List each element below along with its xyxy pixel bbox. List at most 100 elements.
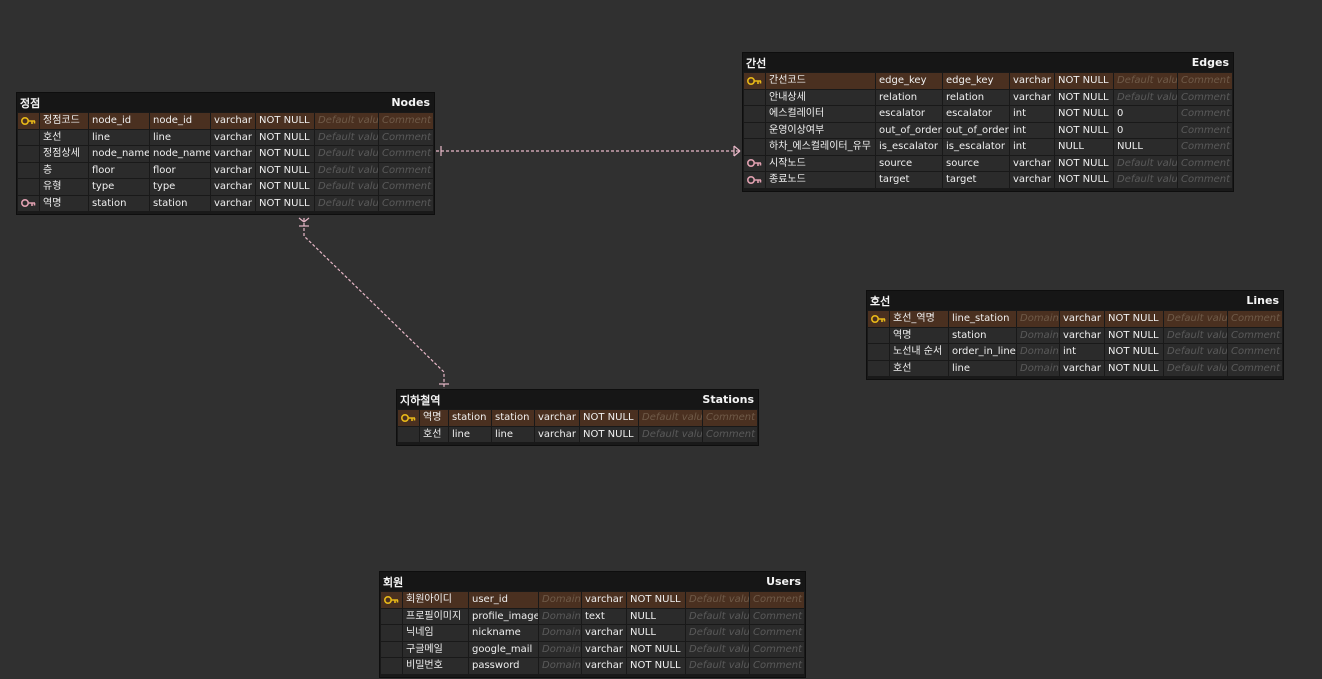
column-row[interactable]: 층floorfloorvarcharNOT NULLDefault valueC… xyxy=(18,162,433,178)
column-comment[interactable]: Comment xyxy=(1228,360,1282,376)
column-nullable[interactable]: NOT NULL xyxy=(580,410,638,426)
column-name[interactable]: relation xyxy=(943,89,1009,105)
column-nullable[interactable]: NOT NULL xyxy=(256,113,314,129)
column-nullable[interactable]: NOT NULL xyxy=(256,146,314,162)
column-physical[interactable]: profile_image xyxy=(469,608,538,624)
column-type[interactable]: varchar xyxy=(1010,89,1054,105)
column-logical[interactable]: 안내상세 xyxy=(766,89,875,105)
column-comment[interactable]: Comment xyxy=(1228,311,1282,327)
column-row[interactable]: 회원아이디 user_id Domain varchar NOT NULL Default… xyxy=(381,592,804,608)
column-comment[interactable]: Comment xyxy=(1178,172,1232,188)
column-default[interactable]: Default value xyxy=(686,625,749,641)
column-row[interactable]: 비밀번호 password Domain varchar NOT NULL Default… xyxy=(381,658,804,674)
column-logical[interactable]: 역명 xyxy=(420,410,448,426)
column-comment[interactable]: Comment xyxy=(750,625,804,641)
column-logical[interactable]: 유형 xyxy=(40,179,88,195)
column-row[interactable]: 역명 station Domain varchar NOT NULL Default va… xyxy=(868,327,1282,343)
column-name[interactable]: floor xyxy=(150,162,210,178)
column-default[interactable]: Default value xyxy=(315,195,378,211)
column-logical[interactable]: 에스컬레이터 xyxy=(766,106,875,122)
column-type[interactable]: varchar xyxy=(211,113,255,129)
column-name[interactable]: type xyxy=(150,179,210,195)
column-row[interactable]: 역명 station station varchar NOT NULL Default v… xyxy=(398,410,757,426)
column-type[interactable]: varchar xyxy=(211,179,255,195)
column-physical[interactable]: edge_key xyxy=(876,73,942,89)
relation-line-nodes-stations[interactable] xyxy=(303,218,445,390)
column-row[interactable]: 에스컬레이터 escalator escalator int NOT NULL 0 Comm… xyxy=(744,106,1232,122)
column-physical[interactable]: station xyxy=(449,410,491,426)
column-name[interactable]: line xyxy=(150,129,210,145)
column-name[interactable]: out_of_order xyxy=(943,122,1009,138)
column-nullable[interactable]: NOT NULL xyxy=(580,426,638,442)
column-comment[interactable]: Comment xyxy=(750,658,804,674)
column-domain[interactable]: Domain xyxy=(539,641,581,657)
column-logical[interactable]: 정점상세 xyxy=(40,146,88,162)
column-name[interactable]: edge_key xyxy=(943,73,1009,89)
column-logical[interactable]: 정점코드 xyxy=(40,113,88,129)
column-nullable[interactable]: NOT NULL xyxy=(627,641,685,657)
column-logical[interactable]: 간선코드 xyxy=(766,73,875,89)
column-domain[interactable]: Domain xyxy=(539,658,581,674)
column-row[interactable]: 시작노드 source source varchar NOT NULL Default v… xyxy=(744,155,1232,171)
column-logical[interactable]: 운영이상여부 xyxy=(766,122,875,138)
column-comment[interactable]: Comment xyxy=(703,426,757,442)
column-default[interactable]: Default value xyxy=(686,641,749,657)
column-nullable[interactable]: NOT NULL xyxy=(627,658,685,674)
column-logical[interactable]: 닉네임 xyxy=(403,625,468,641)
column-type[interactable]: varchar xyxy=(211,146,255,162)
column-default[interactable]: Default value xyxy=(315,179,378,195)
column-type[interactable]: varchar xyxy=(1060,360,1104,376)
column-default[interactable]: Default value xyxy=(686,608,749,624)
column-row[interactable]: 호선linelinevarcharNOT NULLDefault valueCo… xyxy=(18,129,433,145)
column-row[interactable]: 하차_에스컬레이터_유무 is_escalator is_escalator int N… xyxy=(744,139,1232,155)
column-domain[interactable]: Domain xyxy=(1017,327,1059,343)
column-logical[interactable]: 호선 xyxy=(40,129,88,145)
column-physical[interactable]: nickname xyxy=(469,625,538,641)
column-physical[interactable]: node_id xyxy=(89,113,149,129)
column-comment[interactable]: Comment xyxy=(379,113,433,129)
column-comment[interactable]: Comment xyxy=(379,179,433,195)
column-comment[interactable]: Comment xyxy=(750,641,804,657)
column-name[interactable]: escalator xyxy=(943,106,1009,122)
column-type[interactable]: int xyxy=(1060,344,1104,360)
column-name[interactable]: node_id xyxy=(150,113,210,129)
column-name[interactable]: source xyxy=(943,155,1009,171)
column-nullable[interactable]: NULL xyxy=(627,625,685,641)
column-default[interactable]: Default value xyxy=(1114,172,1177,188)
column-comment[interactable]: Comment xyxy=(1178,106,1232,122)
column-default[interactable]: 0 xyxy=(1114,122,1177,138)
column-type[interactable]: varchar xyxy=(1010,172,1054,188)
column-domain[interactable]: Domain xyxy=(1017,360,1059,376)
column-nullable[interactable]: NOT NULL xyxy=(1105,327,1163,343)
column-row[interactable]: 호선_역명 line_station Domain varchar NOT NULL De… xyxy=(868,311,1282,327)
column-default[interactable]: Default value xyxy=(1114,155,1177,171)
column-nullable[interactable]: NOT NULL xyxy=(1105,311,1163,327)
column-nullable[interactable]: NULL xyxy=(627,608,685,624)
column-name[interactable]: is_escalator xyxy=(943,139,1009,155)
column-default[interactable]: Default value xyxy=(1114,73,1177,89)
table-stations[interactable]: 지하철역 Stations 역명 station station varchar NOT N… xyxy=(396,389,759,446)
column-row[interactable]: 구글메일 google_mail Domain varchar NOT NULL Defa… xyxy=(381,641,804,657)
column-type[interactable]: text xyxy=(582,608,626,624)
column-name[interactable]: station xyxy=(492,410,534,426)
column-default[interactable]: Default value xyxy=(315,162,378,178)
column-type[interactable]: varchar xyxy=(211,162,255,178)
column-physical[interactable]: escalator xyxy=(876,106,942,122)
table-users[interactable]: 회원 Users 회원아이디 user_id Domain varchar NOT NULL… xyxy=(379,571,806,678)
column-nullable[interactable]: NOT NULL xyxy=(627,592,685,608)
column-nullable[interactable]: NOT NULL xyxy=(1055,122,1113,138)
column-logical[interactable]: 호선_역명 xyxy=(890,311,948,327)
column-row[interactable]: 간선코드 edge_key edge_key varchar NOT NULL Defau… xyxy=(744,73,1232,89)
column-logical[interactable]: 종료노드 xyxy=(766,172,875,188)
column-nullable[interactable]: NOT NULL xyxy=(256,179,314,195)
column-comment[interactable]: Comment xyxy=(703,410,757,426)
column-type[interactable]: varchar xyxy=(582,625,626,641)
column-nullable[interactable]: NULL xyxy=(1055,139,1113,155)
column-default[interactable]: Default value xyxy=(1164,344,1227,360)
column-name[interactable]: line xyxy=(492,426,534,442)
table-header[interactable]: 정점 Nodes xyxy=(17,93,434,112)
column-comment[interactable]: Comment xyxy=(1178,122,1232,138)
column-default[interactable]: Default value xyxy=(1114,89,1177,105)
column-domain[interactable]: Domain xyxy=(1017,311,1059,327)
column-default[interactable]: Default value xyxy=(639,410,702,426)
